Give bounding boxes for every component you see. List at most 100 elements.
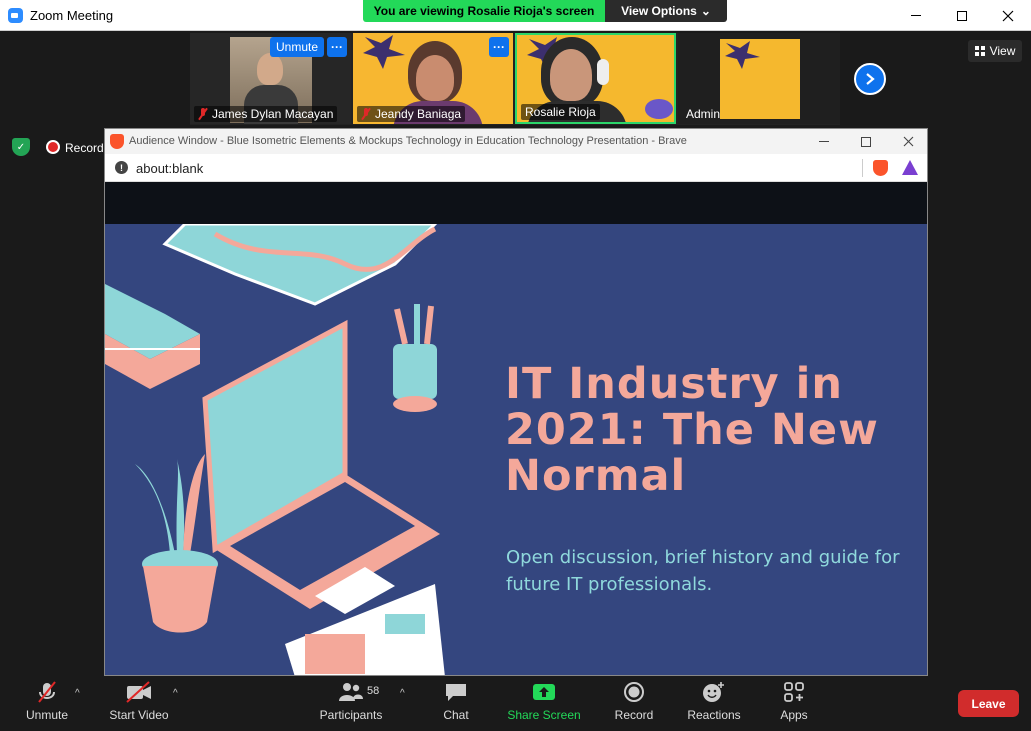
muted-mic-icon bbox=[35, 676, 59, 708]
participant-name-label: James Dylan Macayan bbox=[212, 107, 334, 121]
participants-icon bbox=[337, 676, 365, 708]
apps-button[interactable]: Apps bbox=[776, 676, 812, 731]
divider bbox=[862, 159, 863, 177]
video-strip: Unmute ··· James Dylan Macayan ··· Jeand… bbox=[190, 33, 840, 125]
presentation-slide: IT Industry in 2021: The New Normal Open… bbox=[105, 224, 927, 675]
browser-minimize-button[interactable] bbox=[803, 129, 845, 154]
close-icon bbox=[903, 136, 913, 147]
tile-unmute-button[interactable]: Unmute bbox=[270, 37, 324, 57]
shared-browser-window: Audience Window - Blue Isometric Element… bbox=[104, 128, 928, 676]
zoom-window: Zoom Meeting You are viewing Rosalie Rio… bbox=[0, 0, 1031, 731]
tile-more-button[interactable]: ··· bbox=[327, 37, 347, 57]
info-icon[interactable]: ! bbox=[115, 161, 128, 174]
share-screen-button[interactable]: Share Screen bbox=[507, 676, 581, 731]
participants-options-caret[interactable]: ^ bbox=[400, 688, 405, 699]
participant-face bbox=[416, 55, 454, 101]
map-shape bbox=[162, 224, 438, 306]
pencil bbox=[394, 308, 408, 345]
brave-shields-icon[interactable] bbox=[873, 160, 888, 176]
plant-leaf bbox=[183, 454, 205, 554]
pencil-cup-base bbox=[393, 396, 437, 412]
minimize-icon bbox=[911, 15, 921, 16]
brave-logo-icon bbox=[110, 134, 124, 149]
plant-pot bbox=[143, 566, 217, 633]
video-tile-active-speaker[interactable]: Rosalie Rioja bbox=[515, 33, 676, 124]
record-button[interactable]: Record bbox=[612, 676, 656, 731]
unmute-label: Unmute bbox=[25, 708, 69, 722]
participant-name: Jeandy Baniaga bbox=[357, 106, 466, 122]
video-tile[interactable]: Admin bbox=[678, 33, 840, 124]
window-title: Zoom Meeting bbox=[30, 8, 114, 23]
maximize-icon bbox=[861, 136, 871, 147]
browser-title: Audience Window - Blue Isometric Element… bbox=[129, 135, 687, 147]
video-feed bbox=[720, 39, 800, 119]
apps-label: Apps bbox=[780, 708, 808, 722]
share-screen-icon bbox=[532, 676, 556, 708]
reactions-icon bbox=[701, 676, 727, 708]
muted-mic-icon bbox=[361, 108, 371, 120]
minimize-icon bbox=[819, 141, 829, 142]
viewing-banner: You are viewing Rosalie Rioja's screen V… bbox=[363, 0, 727, 22]
participant-name: James Dylan Macayan bbox=[194, 106, 338, 122]
start-video-button[interactable]: Start Video bbox=[106, 676, 172, 731]
decoration-bubble bbox=[645, 99, 673, 119]
chevron-right-icon bbox=[866, 73, 875, 85]
browser-close-button[interactable] bbox=[887, 129, 927, 154]
muted-mic-icon bbox=[198, 108, 208, 120]
participant-face bbox=[550, 49, 592, 101]
tile-more-button[interactable]: ··· bbox=[489, 37, 509, 57]
slide-subtitle: Open discussion, brief history and guide… bbox=[506, 547, 900, 595]
browser-title-bar: Audience Window - Blue Isometric Element… bbox=[105, 129, 927, 154]
plant-leaf bbox=[176, 459, 185, 554]
minimize-button[interactable] bbox=[893, 0, 939, 31]
isometric-illustration bbox=[105, 224, 445, 675]
tablet-panel bbox=[305, 634, 365, 674]
address-bar: ! about:blank bbox=[105, 154, 927, 182]
record-icon bbox=[623, 676, 645, 708]
browser-maximize-button[interactable] bbox=[845, 129, 887, 154]
share-screen-label: Share Screen bbox=[507, 708, 581, 722]
participants-label: Participants bbox=[319, 708, 383, 722]
apps-icon bbox=[783, 676, 805, 708]
unmute-button[interactable]: Unmute bbox=[22, 676, 72, 731]
slide-title: IT Industry in 2021: The New Normal bbox=[505, 359, 879, 501]
pencil-cup bbox=[393, 344, 437, 399]
encryption-shield-icon[interactable]: ✓ bbox=[12, 138, 30, 156]
pencil bbox=[424, 305, 434, 345]
brave-rewards-icon[interactable] bbox=[902, 160, 918, 175]
view-button[interactable]: View bbox=[968, 40, 1022, 62]
participant-name: Admin bbox=[682, 106, 724, 122]
zoom-app-icon bbox=[8, 8, 23, 23]
participant-headphones bbox=[597, 59, 609, 85]
video-options-caret[interactable]: ^ bbox=[173, 688, 178, 699]
video-tile[interactable]: Unmute ··· James Dylan Macayan bbox=[190, 33, 351, 124]
chevron-down-icon: ⌄ bbox=[700, 4, 711, 18]
recording-icon bbox=[46, 140, 60, 154]
plant-leaf bbox=[135, 464, 175, 554]
record-label: Record bbox=[614, 708, 654, 722]
close-button[interactable] bbox=[985, 0, 1031, 31]
presentation-header-band bbox=[105, 182, 927, 224]
participant-name-label: Rosalie Rioja bbox=[525, 105, 596, 119]
view-label: View bbox=[989, 44, 1016, 58]
participant-avatar bbox=[257, 53, 283, 85]
next-page-button[interactable] bbox=[854, 63, 886, 95]
participant-name-label: Admin bbox=[686, 107, 721, 121]
meeting-toolbar: Unmute ^ Start Video ^ Participants ^ Ch… bbox=[0, 676, 1031, 731]
chat-button[interactable]: Chat bbox=[436, 676, 476, 731]
audio-options-caret[interactable]: ^ bbox=[75, 688, 80, 699]
view-options-button[interactable]: View Options ⌄ bbox=[605, 0, 727, 22]
viewing-label: You are viewing Rosalie Rioja's screen bbox=[363, 0, 605, 22]
maximize-button[interactable] bbox=[939, 0, 985, 31]
close-icon bbox=[1002, 10, 1014, 21]
chat-icon bbox=[444, 676, 468, 708]
video-tile[interactable]: ··· Jeandy Baniaga bbox=[353, 33, 513, 124]
leave-button[interactable]: Leave bbox=[958, 690, 1019, 717]
reactions-button[interactable]: Reactions bbox=[686, 676, 742, 731]
recording-label[interactable]: Recording bbox=[65, 141, 105, 155]
view-options-label: View Options bbox=[621, 4, 697, 18]
grid-icon bbox=[974, 46, 985, 56]
url-field[interactable]: about:blank bbox=[136, 161, 203, 176]
video-off-icon bbox=[125, 676, 153, 708]
participant-name-label: Jeandy Baniaga bbox=[375, 107, 462, 121]
